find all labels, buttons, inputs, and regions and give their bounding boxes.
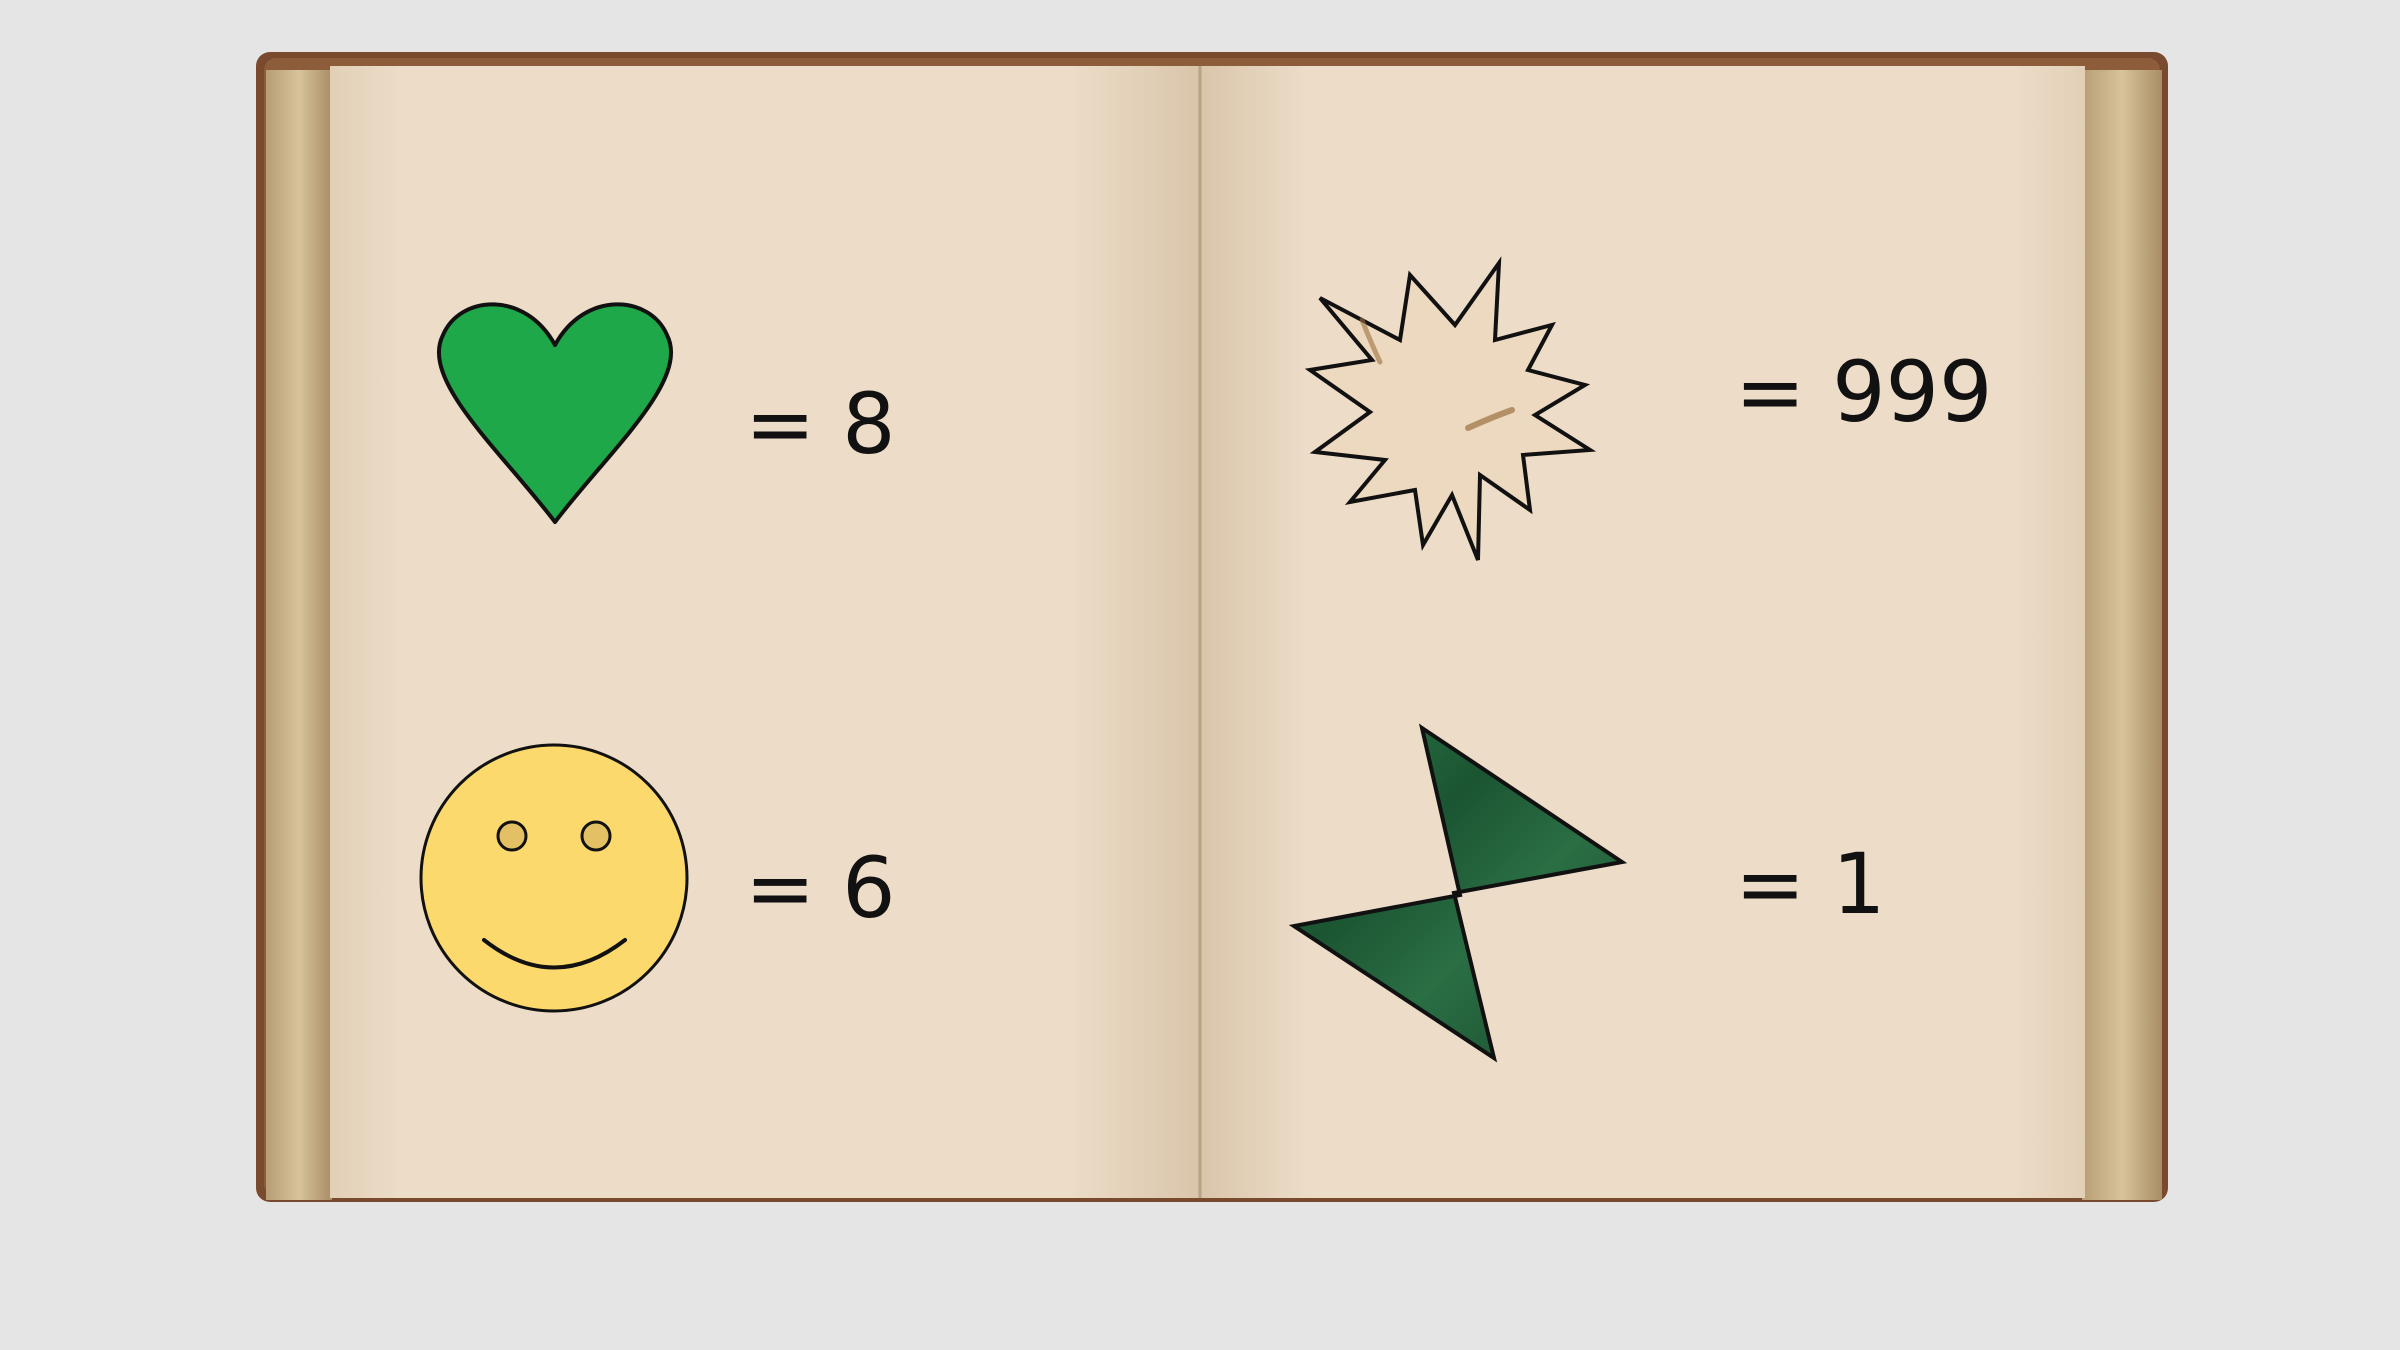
left-page (330, 66, 1200, 1198)
right-page (1200, 66, 2085, 1198)
equation-smiley-value: = 6 (745, 839, 896, 937)
equation-bowtie-value: = 1 (1735, 835, 1886, 933)
page-edges-right (2082, 70, 2162, 1200)
equation-starburst-value: = 999 (1735, 343, 1993, 441)
book-scene (256, 52, 2168, 1202)
equation-heart-value: = 8 (745, 375, 896, 473)
smiley-icon (419, 743, 689, 1013)
page-edges-left (266, 70, 332, 1200)
